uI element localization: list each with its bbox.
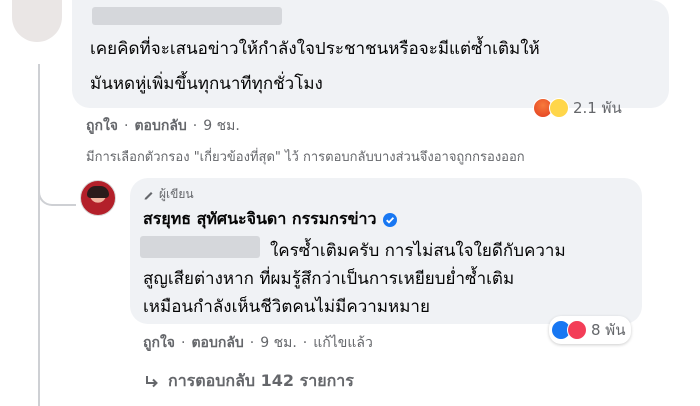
redacted-commenter-name	[92, 7, 282, 25]
avatar[interactable]	[12, 0, 62, 42]
reply-button[interactable]: ตอบกลับ	[191, 332, 243, 354]
comment-actions: ถูกใจ · ตอบกลับ · 9 ชม.	[86, 115, 240, 137]
reaction-count: 2.1 พัน	[573, 99, 622, 117]
reply-button[interactable]: ตอบกลับ	[134, 115, 186, 137]
edited-label: แก้ไขแล้ว	[313, 335, 373, 351]
comment-text-line: เคยคิดที่จะเสนอข่าวให้กำลังใจประชาชนหรือ…	[90, 39, 540, 59]
filter-note: มีการเลือกตัวกรอง "เกี่ยวข้องที่สุด" ไว้…	[86, 150, 525, 165]
reply-text-line: เหมือนกำลังเห็นชีวิตคนไม่มีความหมาย	[143, 297, 430, 317]
separator: ·	[124, 118, 129, 134]
thread-line	[38, 64, 40, 406]
view-more-replies-button[interactable]: การตอบกลับ 142 รายการ	[144, 369, 354, 394]
reply-arrow-icon	[146, 375, 158, 387]
reply-text-line: ใครซ้ำเติมครับ การไม่สนใจใยดีกับความ	[270, 241, 566, 261]
reply-text-line: สูญเสียต่างหาก ที่ผมรู้สึกว่าเป็นการเหยี…	[143, 269, 515, 289]
pencil-icon	[144, 191, 153, 199]
author-badge: ผู้เขียน	[143, 185, 194, 204]
love-icon	[567, 320, 587, 340]
reply-actions: ถูกใจ · ตอบกลับ · 9 ชม. · แก้ไขแล้ว	[143, 332, 373, 354]
more-replies-label: การตอบกลับ 142 รายการ	[168, 371, 354, 390]
reaction-summary[interactable]: 2.1 พัน	[533, 96, 622, 120]
separator: ·	[302, 335, 308, 351]
thread-branch	[38, 176, 76, 206]
reply-author: สรยุทธ สุทัศนะจินดา กรรมกรข่าว	[143, 207, 398, 232]
verified-icon	[383, 212, 398, 227]
separator: ·	[249, 335, 255, 351]
comment-text-line: มันหดหู่เพิ่มขึ้นทุกนาทีทุกชั่วโมง	[90, 74, 323, 94]
redacted-mention	[140, 236, 260, 258]
reaction-count: 8 พัน	[591, 321, 626, 339]
avatar[interactable]	[80, 180, 116, 216]
haha-icon	[549, 98, 569, 118]
reaction-summary[interactable]: 8 พัน	[549, 316, 632, 344]
timestamp[interactable]: 9 ชม.	[203, 115, 240, 137]
author-badge-label: ผู้เขียน	[159, 187, 194, 201]
author-name-link[interactable]: สรยุทธ สุทัศนะจินดา กรรมกรข่าว	[143, 207, 376, 232]
timestamp[interactable]: 9 ชม.	[260, 332, 297, 354]
separator: ·	[181, 335, 186, 351]
like-button[interactable]: ถูกใจ	[86, 115, 118, 137]
like-button[interactable]: ถูกใจ	[143, 332, 175, 354]
separator: ·	[192, 118, 198, 134]
